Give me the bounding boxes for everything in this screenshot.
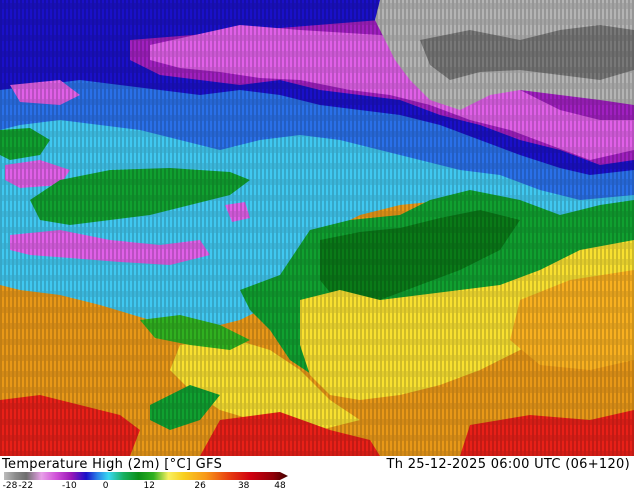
map-title: Temperature High (2m) [°C] GFS xyxy=(2,457,223,472)
isoline-overlay xyxy=(0,0,634,456)
color-scale-gradient xyxy=(4,472,288,480)
map-footer: Temperature High (2m) [°C] GFS Th 25-12-… xyxy=(0,456,634,491)
map-canvas xyxy=(0,0,634,456)
temperature-map xyxy=(0,0,634,456)
valid-time: Th 25-12-2025 06:00 UTC (06+120) xyxy=(386,457,630,472)
color-scale-bar xyxy=(4,472,288,480)
color-scale-graphic xyxy=(4,472,288,480)
